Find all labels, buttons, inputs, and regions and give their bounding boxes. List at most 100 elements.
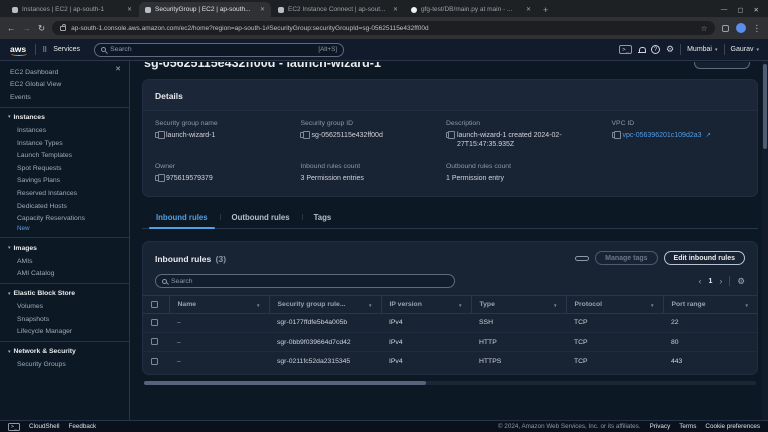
forward-button[interactable]: → (23, 23, 32, 33)
sidebar-item-lifecycle-manager[interactable]: Lifecycle Manager (0, 326, 129, 339)
rules-search-input[interactable] (171, 277, 448, 285)
sidebar-item-security-groups[interactable]: Security Groups (0, 359, 129, 372)
browser-tab-instance-connect[interactable]: EC2 Instance Connect | ap-sout... ✕ (272, 2, 404, 17)
sidebar-item-instance-types[interactable]: Instance Types (0, 137, 129, 150)
cloudshell-icon[interactable]: >_ (8, 422, 21, 431)
chevron-down-icon: ▾ (8, 290, 11, 297)
sidebar-section-images[interactable]: ▾ Images (0, 241, 129, 254)
edit-inbound-rules-button[interactable]: Edit inbound rules (663, 251, 745, 266)
footer-terms[interactable]: Terms (679, 423, 696, 430)
vertical-scrollbar[interactable] (762, 61, 768, 420)
browser-profile-avatar[interactable] (735, 23, 746, 33)
back-button[interactable]: ← (7, 23, 16, 33)
tab-outbound-rules[interactable]: Outbound rules (219, 209, 302, 228)
sidebar-item-instances[interactable]: Instances (0, 124, 129, 137)
sidebar-item-ec2-dashboard[interactable]: EC2 Dashboard (0, 66, 129, 79)
sidebar-item-capacity-reservations[interactable]: Capacity Reservations (0, 212, 129, 225)
sidebar-item-ami-catalog[interactable]: AMI Catalog (0, 267, 129, 280)
user-menu[interactable]: Gaurav ▾ (731, 46, 759, 53)
sidebar-item-amis[interactable]: AMIs (0, 255, 129, 268)
reload-button[interactable]: ↻ (38, 23, 45, 34)
extensions-icon[interactable] (721, 24, 729, 32)
sidebar-item-volumes[interactable]: Volumes (0, 300, 129, 313)
tab-close-icon[interactable]: ✕ (393, 6, 398, 13)
tab-close-icon[interactable]: ✕ (260, 6, 265, 13)
scrollbar-thumb[interactable] (144, 380, 426, 385)
inbound-rules-title: Inbound rules (3) (155, 254, 227, 265)
horizontal-scrollbar[interactable] (144, 380, 756, 385)
tab-close-icon[interactable]: ✕ (526, 6, 531, 13)
column-header-ip-version[interactable]: IP version ▼ (380, 295, 471, 314)
select-all-checkbox[interactable] (151, 300, 158, 308)
region-selector[interactable]: Mumbai ▾ (687, 46, 717, 53)
column-header-type[interactable]: Type ▼ (470, 295, 566, 314)
footer-privacy[interactable]: Privacy (650, 423, 671, 430)
console-search-input[interactable] (110, 46, 315, 53)
settings-gear-icon[interactable]: ⚙ (666, 44, 674, 55)
table-settings-gear-icon[interactable]: ⚙ (737, 276, 745, 287)
services-menu[interactable]: Services (53, 46, 80, 53)
tab-close-icon[interactable]: ✕ (127, 6, 132, 13)
bookmark-star-icon[interactable]: ☆ (694, 24, 715, 33)
aws-logo[interactable]: aws (9, 44, 29, 56)
page-number[interactable]: 1 (708, 278, 712, 285)
row-checkbox[interactable] (151, 338, 158, 346)
vpc-id-link[interactable]: vpc-056396201c109d2a3 (623, 131, 702, 141)
sidebar-item-snapshots[interactable]: Snapshots (0, 313, 129, 326)
column-header-port-range[interactable]: Port range ▼ (662, 295, 757, 314)
browser-tab-github[interactable]: gfg-test/DB/main.py at main - ... ✕ (405, 2, 537, 17)
column-header-rule-id[interactable]: Security group rule... ▼ (268, 295, 381, 314)
row-checkbox[interactable] (151, 357, 158, 365)
next-page-icon[interactable]: › (719, 276, 722, 286)
table-row: – sgr-0211fc52da2315345 IPv4 HTTPS TCP 4… (143, 352, 757, 371)
footer-feedback[interactable]: Feedback (69, 423, 97, 430)
window-close-button[interactable]: ✕ (754, 6, 759, 14)
sidebar-item-spot-requests[interactable]: Spot Requests (0, 162, 129, 175)
table-pagination: ‹ 1 › ⚙ (698, 276, 745, 287)
sidebar-section-network-security[interactable]: ▾ Network & Security (0, 345, 129, 358)
url-bar[interactable]: ap-south-1.console.aws.amazon.com/ec2/ho… (52, 21, 715, 35)
sidebar-item-ec2-global-view[interactable]: EC2 Global View (0, 79, 129, 92)
sidebar-item-savings-plans[interactable]: Savings Plans (0, 175, 129, 188)
column-header-name[interactable]: Name ▼ (168, 295, 269, 314)
cloudshell-icon[interactable]: >_ (619, 45, 633, 54)
browser-tab-instances[interactable]: Instances | EC2 | ap-south-1 ✕ (6, 2, 138, 17)
copy-icon[interactable] (445, 130, 456, 139)
prev-page-icon[interactable]: ‹ (698, 276, 701, 286)
notifications-bell-icon[interactable] (638, 46, 647, 54)
details-header: Details (143, 80, 757, 111)
sidebar-item-launch-templates[interactable]: Launch Templates (0, 149, 129, 162)
rules-search[interactable] (155, 274, 455, 289)
new-tab-button[interactable]: + (543, 5, 548, 15)
column-header-protocol[interactable]: Protocol ▼ (565, 295, 663, 314)
sidebar-close-icon[interactable]: ✕ (115, 65, 121, 73)
row-checkbox[interactable] (151, 319, 158, 327)
sidebar-item-reserved-instances[interactable]: Reserved Instances (0, 187, 129, 200)
aws-top-nav: aws ⠿ Services [Alt+S] >_ ? ⚙ Mumbai ▾ G… (0, 39, 768, 61)
tab-inbound-rules[interactable]: Inbound rules (144, 209, 220, 230)
sidebar-item-dedicated-hosts[interactable]: Dedicated Hosts (0, 200, 129, 213)
actions-button-stub[interactable] (694, 62, 750, 69)
footer-cloudshell[interactable]: CloudShell (29, 423, 59, 430)
field-outbound-rules-count: Outbound rules count 1 Permission entry (445, 163, 511, 182)
scrollbar-thumb[interactable] (763, 64, 767, 149)
sidebar-item-events[interactable]: Events (0, 91, 129, 104)
tab-tags[interactable]: Tags (301, 209, 344, 228)
window-maximize-button[interactable]: ▢ (737, 6, 743, 14)
sidebar-section-elastic-block-store[interactable]: ▾ Elastic Block Store (0, 287, 129, 300)
window-minimize-button[interactable]: — (721, 6, 728, 14)
refresh-button[interactable] (575, 255, 590, 261)
help-icon[interactable]: ? (651, 45, 661, 54)
browser-tab-bar: Instances | EC2 | ap-south-1 ✕ SecurityG… (0, 0, 768, 17)
console-search[interactable]: [Alt+S] (94, 42, 345, 57)
copy-icon[interactable] (611, 130, 621, 139)
sidebar-section-instances[interactable]: ▾ Instances (0, 111, 129, 124)
copy-icon[interactable] (300, 130, 310, 139)
copy-icon[interactable] (155, 130, 165, 139)
footer-cookie-preferences[interactable]: Cookie preferences (705, 423, 760, 430)
browser-tab-securitygroup[interactable]: SecurityGroup | EC2 | ap-south... ✕ (139, 2, 271, 17)
browser-menu-icon[interactable]: ⋮ (753, 23, 762, 34)
services-grid-icon[interactable]: ⠿ (42, 46, 47, 54)
manage-tags-button[interactable]: Manage tags (595, 251, 658, 266)
copy-icon[interactable] (155, 173, 165, 182)
